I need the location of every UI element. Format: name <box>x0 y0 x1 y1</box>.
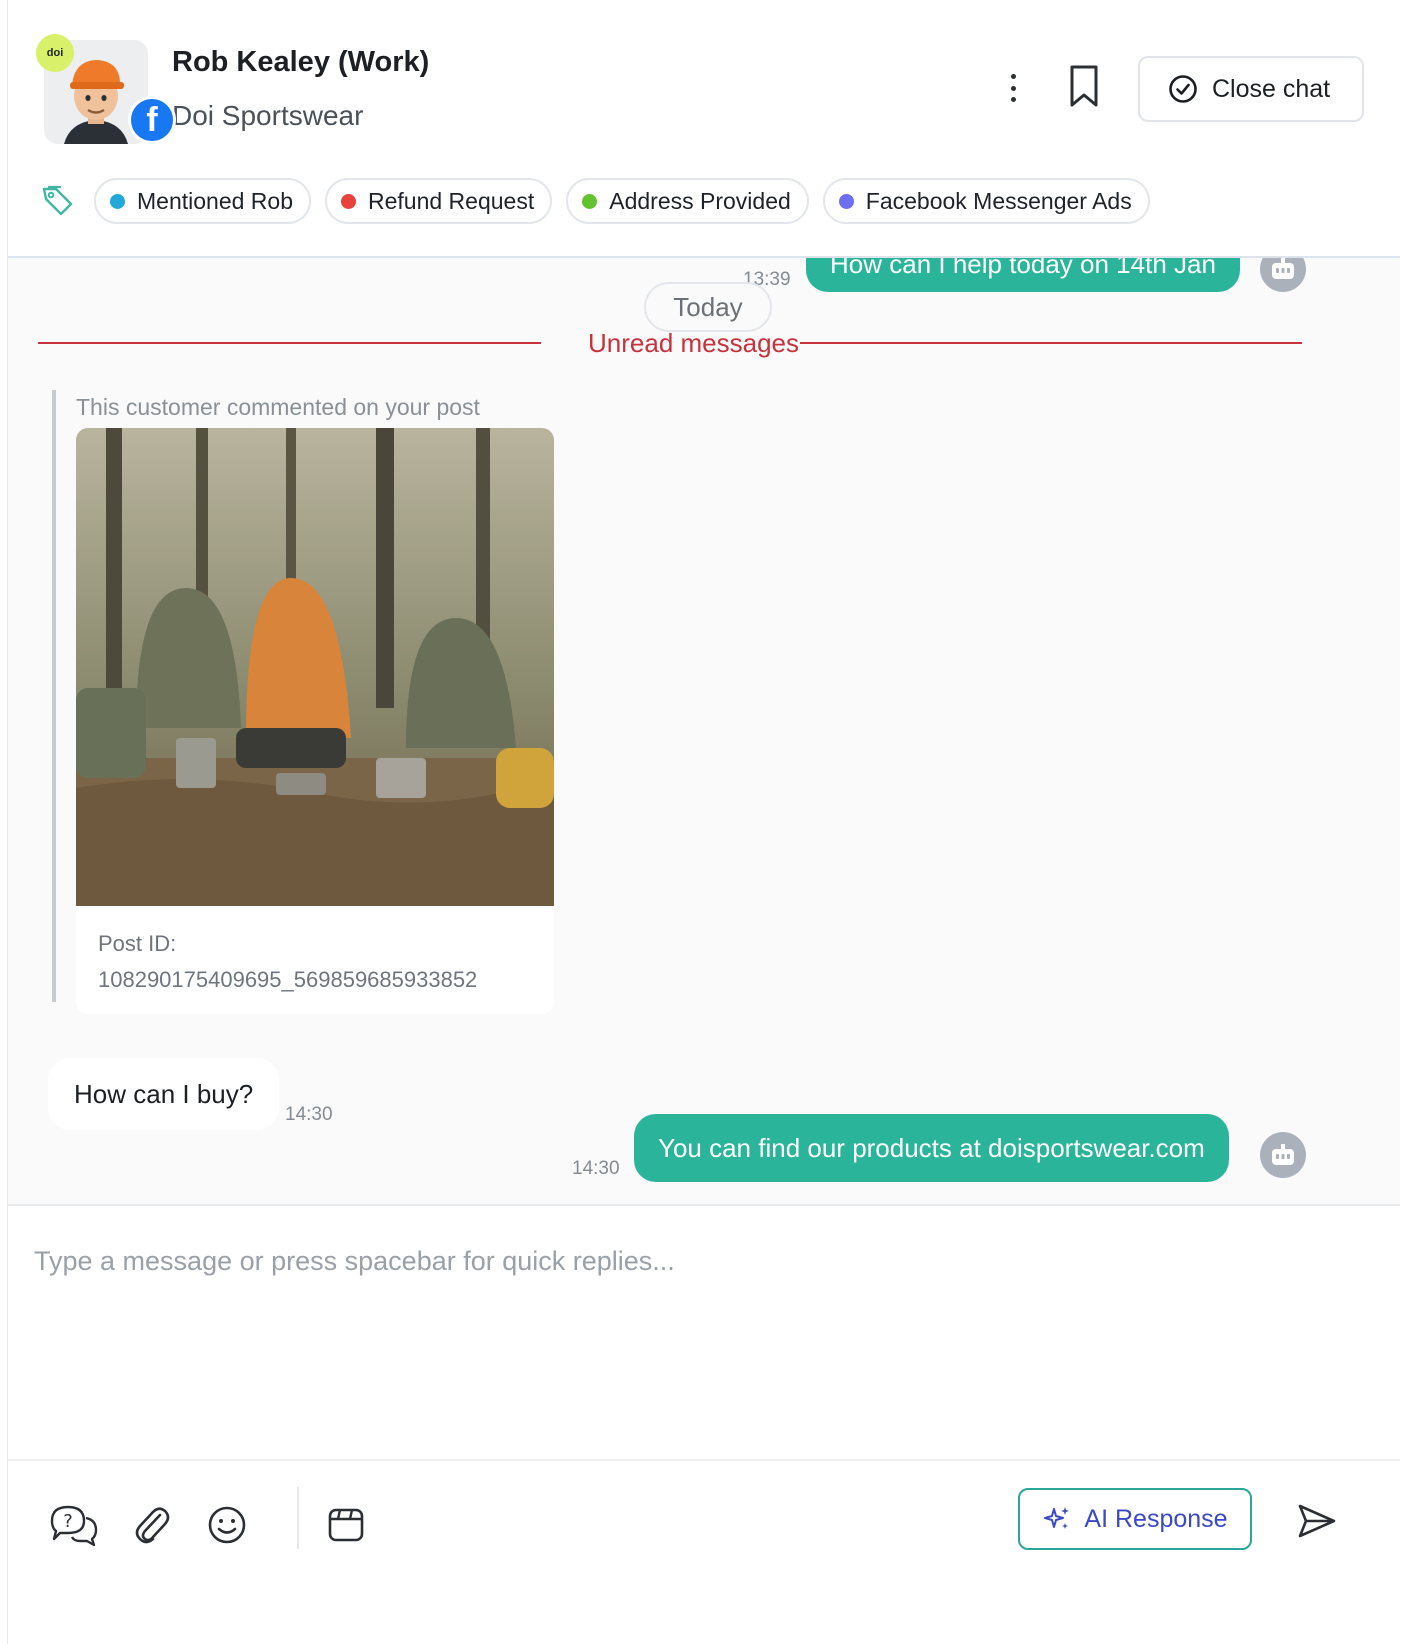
post-image[interactable] <box>76 428 554 906</box>
outgoing-message: You can find our products at doisportswe… <box>634 1114 1229 1182</box>
quick-reply-icon[interactable]: ? <box>46 1499 102 1551</box>
tag-address-provided[interactable]: Address Provided <box>566 178 809 224</box>
tag-label: Facebook Messenger Ads <box>865 187 1132 214</box>
contact-name: Rob Kealey (Work) <box>172 46 430 78</box>
unread-label: Unread messages <box>588 328 799 358</box>
tag-label: Address Provided <box>609 187 791 214</box>
message-time: 14:30 <box>572 1158 620 1179</box>
message-text: How can I buy? <box>74 1078 254 1109</box>
conversation-area[interactable]: How can I help today on 14th Jan 13:39 T… <box>8 258 1400 1204</box>
message-text: How can I help today on 14th Jan <box>830 258 1216 279</box>
close-chat-button[interactable]: Close chat <box>1138 56 1364 122</box>
ai-response-button[interactable]: AI Response <box>1018 1488 1252 1550</box>
tag-facebook-messenger-ads[interactable]: Facebook Messenger Ads <box>822 178 1150 224</box>
close-chat-label: Close chat <box>1212 74 1331 103</box>
bookmark-icon[interactable] <box>1066 64 1102 108</box>
chat-header: doi f Rob Kealey (Work) Doi Sportswear C… <box>8 0 1400 258</box>
message-composer: ? AI Response <box>8 1204 1400 1644</box>
incoming-message: How can I buy? <box>48 1058 280 1130</box>
outgoing-message: How can I help today on 14th Jan <box>806 258 1240 292</box>
tag-refund-request[interactable]: Refund Request <box>325 178 553 224</box>
check-circle-icon <box>1169 75 1197 103</box>
tag-icon[interactable] <box>40 183 76 219</box>
facebook-icon: f <box>128 96 176 144</box>
message-text: You can find our products at doisportswe… <box>658 1132 1205 1163</box>
unread-divider-line <box>800 342 1302 344</box>
contact-company: Doi Sportswear <box>172 100 364 131</box>
brand-badge-text: doi <box>46 47 64 59</box>
tag-mentioned-rob[interactable]: Mentioned Rob <box>94 178 311 224</box>
svg-text:?: ? <box>63 1511 73 1532</box>
composer-toolbar: ? AI Response <box>8 1459 1400 1644</box>
message-time: 14:30 <box>285 1104 333 1125</box>
toolbar-divider <box>297 1487 299 1549</box>
tag-dot <box>582 193 598 209</box>
date-divider: Today <box>644 282 772 332</box>
bot-icon <box>1260 1132 1306 1178</box>
unread-divider-line <box>38 342 541 344</box>
post-meta: Post ID: 108290175409695_569859685933852 <box>76 906 554 1014</box>
sparkle-icon <box>1044 1507 1070 1529</box>
tag-dot <box>110 193 125 209</box>
post-comment-card: This customer commented on your post Pos… <box>52 390 554 1014</box>
tags-row: Mentioned Rob Refund Request Address Pro… <box>40 178 1150 224</box>
template-icon[interactable] <box>320 1499 372 1551</box>
ai-response-label: AI Response <box>1084 1504 1228 1533</box>
bot-icon <box>1260 258 1306 292</box>
chat-panel: doi f Rob Kealey (Work) Doi Sportswear C… <box>7 0 1400 1644</box>
paperclip-icon[interactable] <box>126 1499 178 1551</box>
post-id-label: Post ID: <box>98 931 177 956</box>
tag-label: Refund Request <box>368 187 535 214</box>
send-icon[interactable] <box>1293 1497 1341 1545</box>
brand-badge: doi <box>36 34 74 72</box>
more-options-icon[interactable] <box>998 68 1028 108</box>
emoji-icon[interactable] <box>201 1499 253 1551</box>
post-id-value: 108290175409695_569859685933852 <box>98 967 478 992</box>
post-caption: This customer commented on your post <box>76 394 480 420</box>
tag-dot <box>838 193 854 209</box>
tag-dot <box>341 193 356 209</box>
tag-label: Mentioned Rob <box>137 187 293 214</box>
message-input[interactable] <box>34 1246 1354 1446</box>
